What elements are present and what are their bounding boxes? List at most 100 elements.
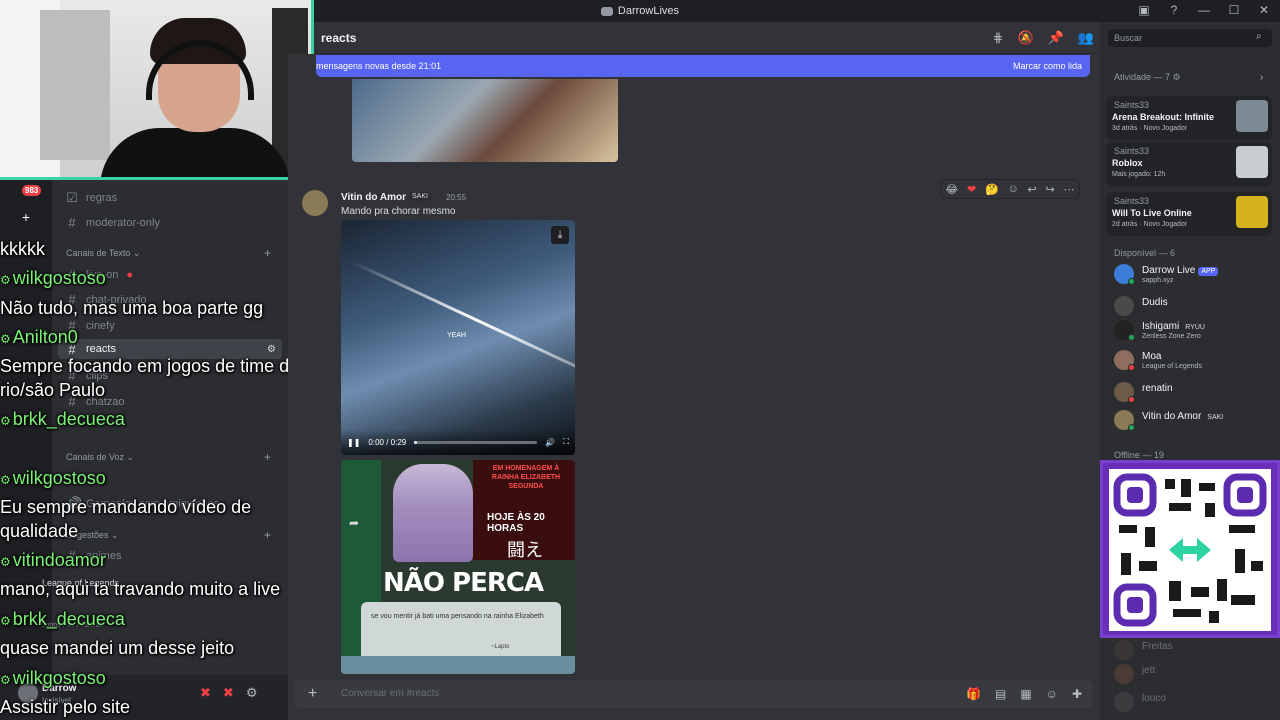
attach-button[interactable]: + [308,685,317,703]
avatar [1114,640,1134,660]
chat-line: qualidade [0,521,79,541]
avatar[interactable] [302,190,328,216]
channel-moderator-only[interactable]: # moderator-only [66,215,160,230]
maximize-button[interactable]: ☐ [1226,2,1242,18]
member-item[interactable]: Vitin do Amor SAKI [1114,410,1274,434]
new-messages-bar[interactable]: mensagens novas desde 21:01 Marcar como … [316,55,1090,77]
activity-card[interactable]: Saints33 Roblox Mais jogado: 12h [1106,142,1272,186]
search-icon[interactable]: ⌕ [1256,31,1262,42]
add-server-button[interactable]: + [18,209,34,225]
chat-line: quase mandei um desse jeito [0,638,235,658]
member-item[interactable]: jett [1114,664,1274,688]
chat-line: kkkkk [0,239,45,259]
channel-name: reacts [321,31,357,45]
qr-code-overlay [1100,460,1280,638]
member-item[interactable]: louco [1114,692,1274,716]
queen-photo [393,464,473,562]
forward-icon[interactable]: ↪ [1046,183,1055,196]
add-channel-icon[interactable]: + [264,246,271,260]
game-thumbnail [1236,100,1268,132]
heart-emoji-icon[interactable]: ❤ [967,183,976,196]
close-button[interactable]: ✕ [1256,2,1272,18]
message-input[interactable]: Conversar em #reacts [341,688,439,699]
activity-card[interactable]: Saints33 Arena Breakout: Infinite 3d atr… [1106,96,1272,140]
add-voice-channel-icon[interactable]: + [264,450,271,464]
member-item[interactable]: Dudis [1114,296,1274,320]
message-author[interactable]: Vitin do Amor [341,192,406,203]
download-icon[interactable]: ⤓ [551,226,569,244]
user-settings-icon[interactable]: ⚙ [246,685,258,701]
laugh-emoji-icon[interactable]: 😂 [945,183,958,196]
avatar [1114,296,1134,316]
image-kanji: 闘え [507,540,543,561]
video-progress[interactable] [414,440,538,444]
forward-icon[interactable]: ➦ [349,516,359,530]
channel-header: reacts ⋕ 🔕 📌 👥 [314,22,1100,54]
chat-user: wilkgostoso [0,267,106,292]
chat-user: wilkgostoso [0,667,106,692]
member-item[interactable]: Freitas [1114,640,1274,664]
audio-waveform [341,656,575,674]
image-author: ~Lapto [491,644,510,650]
add-reaction-icon[interactable]: ☺ [1008,183,1019,195]
sticker-icon[interactable]: ▦ [1020,687,1031,701]
more-icon[interactable]: ⋯ [1064,183,1075,196]
minimize-button[interactable]: — [1196,2,1212,18]
video-caption: YEAH [447,332,467,339]
emoji-icon[interactable]: ☺ [1046,687,1058,701]
rules-icon: ☑ [66,190,78,205]
member-item[interactable]: Moa League of Legends [1114,350,1274,374]
deafen-icon[interactable]: ✖ [223,685,234,701]
activity-header[interactable]: Atividade — 7 ⚙ [1114,72,1181,83]
webcam-overlay [0,0,314,180]
help-icon[interactable]: ? [1166,2,1182,18]
member-item[interactable]: renatin [1114,382,1274,406]
apps-icon[interactable]: ✚ [1072,687,1082,701]
members-icon[interactable]: 👥 [1078,30,1094,46]
live-dot-icon: ● [126,268,134,281]
volume-icon[interactable]: 🔊 [545,438,555,447]
inbox-icon[interactable]: ▣ [1136,2,1152,18]
threads-icon[interactable]: ⋕ [993,30,1004,46]
mark-as-read-button[interactable]: Marcar como lida [1013,61,1082,71]
category-text-channels[interactable]: Canais de Texto ⌄ [66,248,140,259]
reply-icon[interactable]: ↩ [1028,183,1037,196]
image-attachment[interactable]: EM HOMENAGEM À RAINHA ELIZABETH SEGUNDA … [341,460,575,674]
image-hoje: HOJE ÀS 20 HORAS [487,512,545,534]
video-attachment[interactable]: YEAH ⤓ ❚❚ 0:00 / 0:29 🔊 ⛶ [341,220,575,455]
member-item[interactable]: Ishigami RYUU Zenless Zone Zero [1114,320,1274,344]
window-title: DarrowLives [600,5,679,17]
avatar [1114,692,1134,712]
gear-icon[interactable]: ⚙ [1173,72,1181,82]
chat-user: vitindoamor [0,549,106,574]
settings-gear-icon[interactable]: ⚙ [267,344,276,355]
previous-image-attachment[interactable] [352,79,618,162]
member-item[interactable]: Darrow Live APP sapph.xyz [1114,264,1274,288]
avatar [1114,664,1134,684]
message-composer[interactable]: + Conversar em #reacts 🎁 ▤ ▦ ☺ ✚ [294,680,1092,708]
hash-icon: # [68,215,76,230]
search-input[interactable]: Buscar [1108,29,1272,47]
activity-card[interactable]: Saints33 Will To Live Online 2d atrás · … [1106,192,1272,236]
fullscreen-icon[interactable]: ⛶ [563,437,569,447]
pause-icon[interactable]: ❚❚ [347,438,360,447]
offline-header: Offline — 19 [1114,450,1164,460]
thinking-emoji-icon[interactable]: 🤔 [985,183,999,196]
category-voice-channels[interactable]: Canais de Voz ⌄ [66,452,134,463]
add-suggestion-channel-icon[interactable]: + [264,528,271,542]
channel-regras[interactable]: ☑ regras [66,190,117,206]
chat-user: wilkgostoso [0,467,106,492]
message-timestamp: 20:55 [446,193,467,202]
game-thumbnail [1236,196,1268,228]
chevron-right-icon[interactable]: › [1260,72,1263,83]
notification-badge: 983 [22,185,42,196]
image-quote: se vou mentir já bati uma pensando na ra… [371,613,544,620]
gift-icon[interactable]: 🎁 [966,687,981,701]
mute-notifications-icon[interactable]: 🔕 [1017,30,1033,46]
video-time: 0:00 / 0:29 [368,437,407,447]
video-controls: ❚❚ 0:00 / 0:29 🔊 ⛶ [341,429,575,455]
server-tag: SAKI [409,192,431,201]
mute-mic-icon[interactable]: ✖ [200,685,211,701]
pin-icon[interactable]: 📌 [1048,30,1064,46]
gif-icon[interactable]: ▤ [995,687,1006,701]
